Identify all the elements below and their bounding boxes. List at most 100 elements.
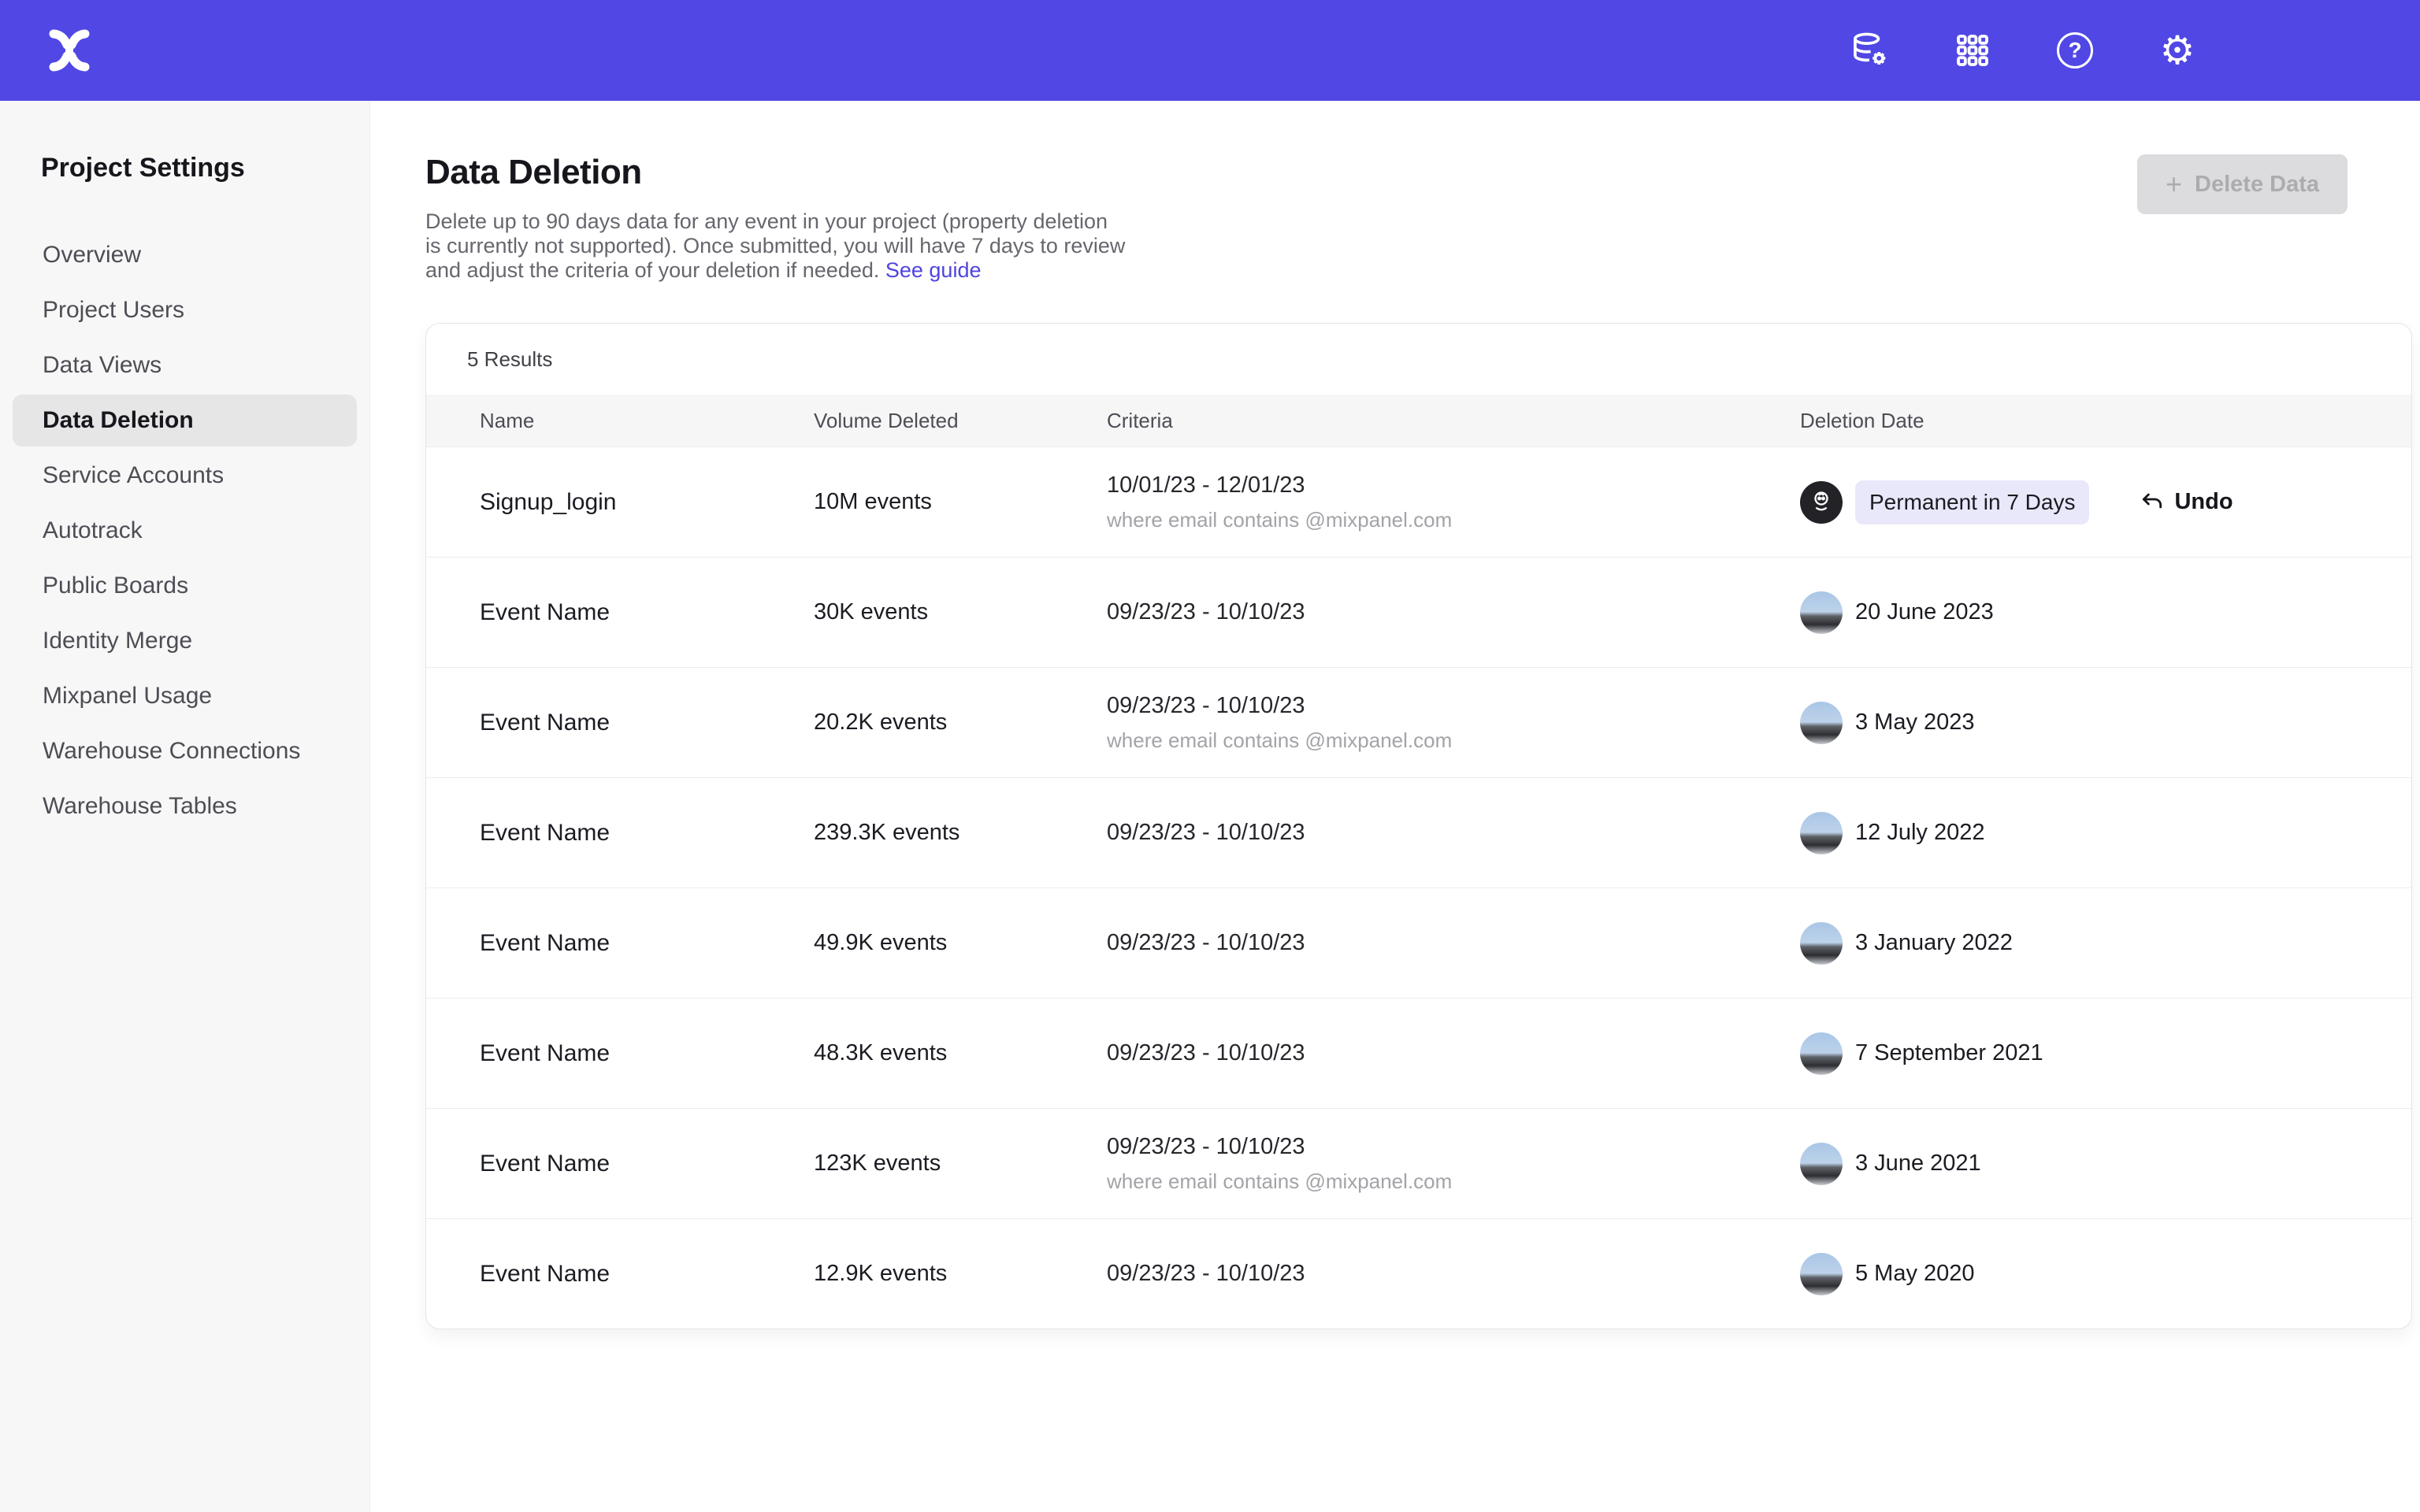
column-header-criteria: Criteria [1107, 409, 1800, 433]
row-name: Event Name [426, 599, 814, 626]
row-criteria-subtext: where email contains @mixpanel.com [1107, 1169, 1452, 1194]
table-row: Signup_login 10M events 10/01/23 - 12/01… [426, 447, 2411, 557]
row-criteria: 10/01/23 - 12/01/23 [1107, 472, 1305, 498]
sidebar-item-label: Data Views [43, 352, 161, 379]
delete-data-label: Delete Data [2195, 172, 2319, 198]
deletion-date: 20 June 2023 [1855, 599, 1994, 625]
user-avatar [1800, 1143, 1843, 1185]
user-avatar [1800, 922, 1843, 965]
sidebar-item-project-users[interactable]: Project Users [13, 284, 357, 336]
row-name: Event Name [426, 1261, 814, 1288]
column-header-volume: Volume Deleted [814, 409, 1107, 433]
apps-grid-icon[interactable] [1950, 28, 1995, 72]
question-mark-glyph: ? [2057, 32, 2093, 69]
row-volume: 123K events [814, 1151, 1107, 1177]
sidebar-item-label: Warehouse Connections [43, 738, 300, 765]
table-row: Event Name 49.9K events 09/23/23 - 10/10… [426, 888, 2411, 998]
sidebar-item-service-accounts[interactable]: Service Accounts [13, 450, 357, 502]
row-name: Event Name [426, 1151, 814, 1177]
deletion-date: 12 July 2022 [1855, 820, 1984, 846]
table-row: Event Name 239.3K events 09/23/23 - 10/1… [426, 777, 2411, 888]
deletion-date: 3 May 2023 [1855, 710, 1975, 736]
status-badge: Permanent in 7 Days [1855, 480, 2089, 524]
row-volume: 49.9K events [814, 930, 1107, 956]
table-row: Event Name 12.9K events 09/23/23 - 10/10… [426, 1218, 2411, 1329]
row-volume: 48.3K events [814, 1040, 1107, 1066]
deletion-date: 5 May 2020 [1855, 1261, 1975, 1287]
sidebar: Project Settings Overview Project Users … [0, 101, 370, 1512]
row-criteria: 09/23/23 - 10/10/23 [1107, 599, 1305, 625]
undo-label: Undo [2174, 489, 2233, 515]
sidebar-item-data-views[interactable]: Data Views [13, 339, 357, 391]
undo-button[interactable]: Undo [2140, 489, 2233, 515]
sidebar-item-data-deletion[interactable]: Data Deletion [13, 395, 357, 447]
row-volume: 239.3K events [814, 820, 1107, 846]
sidebar-item-label: Overview [43, 242, 141, 269]
sidebar-item-identity-merge[interactable]: Identity Merge [13, 615, 357, 667]
row-volume: 30K events [814, 599, 1107, 625]
description-text: Delete up to 90 days data for any event … [425, 209, 1125, 282]
page-description: Delete up to 90 days data for any event … [425, 209, 1126, 283]
sidebar-item-label: Identity Merge [43, 628, 192, 654]
row-criteria-subtext: where email contains @mixpanel.com [1107, 728, 1452, 753]
page-title: Data Deletion [425, 153, 2420, 192]
row-criteria: 09/23/23 - 10/10/23 [1107, 693, 1305, 719]
table-row: Event Name 48.3K events 09/23/23 - 10/10… [426, 998, 2411, 1108]
sidebar-title: Project Settings [41, 153, 369, 183]
row-name: Signup_login [426, 489, 814, 516]
deletion-date: 3 June 2021 [1855, 1151, 1981, 1177]
user-avatar [1800, 1253, 1843, 1295]
see-guide-link[interactable]: See guide [885, 258, 982, 282]
sidebar-item-label: Public Boards [43, 573, 188, 599]
column-header-deletion-date: Deletion Date [1800, 409, 2411, 433]
sidebar-item-warehouse-connections[interactable]: Warehouse Connections [13, 725, 357, 777]
main-content: Data Deletion Delete up to 90 days data … [370, 101, 2420, 1512]
gear-glyph: ⚙ [2160, 31, 2195, 70]
settings-icon[interactable]: ⚙ [2155, 28, 2199, 72]
row-name: Event Name [426, 930, 814, 957]
topbar: ? ⚙ [0, 0, 2420, 101]
row-volume: 10M events [814, 489, 1107, 515]
row-criteria: 09/23/23 - 10/10/23 [1107, 1040, 1305, 1066]
table-row: Event Name 30K events 09/23/23 - 10/10/2… [426, 557, 2411, 667]
plus-icon: + [2166, 170, 2182, 198]
mixpanel-logo[interactable] [44, 25, 95, 76]
sidebar-item-label: Warehouse Tables [43, 793, 237, 820]
table-row: Event Name 20.2K events 09/23/23 - 10/10… [426, 667, 2411, 777]
results-count: 5 Results [426, 324, 2411, 395]
user-avatar [1800, 481, 1843, 524]
sidebar-item-label: Project Users [43, 297, 184, 324]
user-avatar [1800, 812, 1843, 854]
sidebar-item-label: Mixpanel Usage [43, 683, 212, 710]
row-criteria: 09/23/23 - 10/10/23 [1107, 1134, 1305, 1160]
sidebar-item-mixpanel-usage[interactable]: Mixpanel Usage [13, 670, 357, 722]
row-volume: 12.9K events [814, 1261, 1107, 1287]
table-row: Event Name 123K events 09/23/23 - 10/10/… [426, 1108, 2411, 1218]
help-icon[interactable]: ? [2053, 28, 2097, 72]
undo-arrow-icon [2140, 490, 2165, 515]
row-criteria: 09/23/23 - 10/10/23 [1107, 820, 1305, 846]
sidebar-item-autotrack[interactable]: Autotrack [13, 505, 357, 557]
delete-data-button[interactable]: + Delete Data [2137, 154, 2348, 214]
deletion-date: 3 January 2022 [1855, 930, 2013, 956]
sidebar-item-overview[interactable]: Overview [13, 229, 357, 281]
data-settings-icon[interactable] [1848, 28, 1892, 72]
table-header-row: Name Volume Deleted Criteria Deletion Da… [426, 395, 2411, 447]
user-avatar [1800, 591, 1843, 634]
row-name: Event Name [426, 1040, 814, 1067]
sidebar-item-warehouse-tables[interactable]: Warehouse Tables [13, 780, 357, 832]
deletion-date: 7 September 2021 [1855, 1040, 2043, 1066]
sidebar-item-label: Data Deletion [43, 407, 194, 434]
row-name: Event Name [426, 710, 814, 736]
sidebar-item-label: Service Accounts [43, 462, 224, 489]
user-avatar [1800, 1032, 1843, 1075]
sidebar-item-label: Autotrack [43, 517, 143, 544]
sidebar-item-public-boards[interactable]: Public Boards [13, 560, 357, 612]
column-header-name: Name [426, 409, 814, 433]
deletion-table-card: 5 Results Name Volume Deleted Criteria D… [425, 323, 2412, 1329]
row-criteria: 09/23/23 - 10/10/23 [1107, 1261, 1305, 1287]
row-criteria: 09/23/23 - 10/10/23 [1107, 930, 1305, 956]
user-avatar [1800, 702, 1843, 744]
row-name: Event Name [426, 820, 814, 847]
row-volume: 20.2K events [814, 710, 1107, 736]
